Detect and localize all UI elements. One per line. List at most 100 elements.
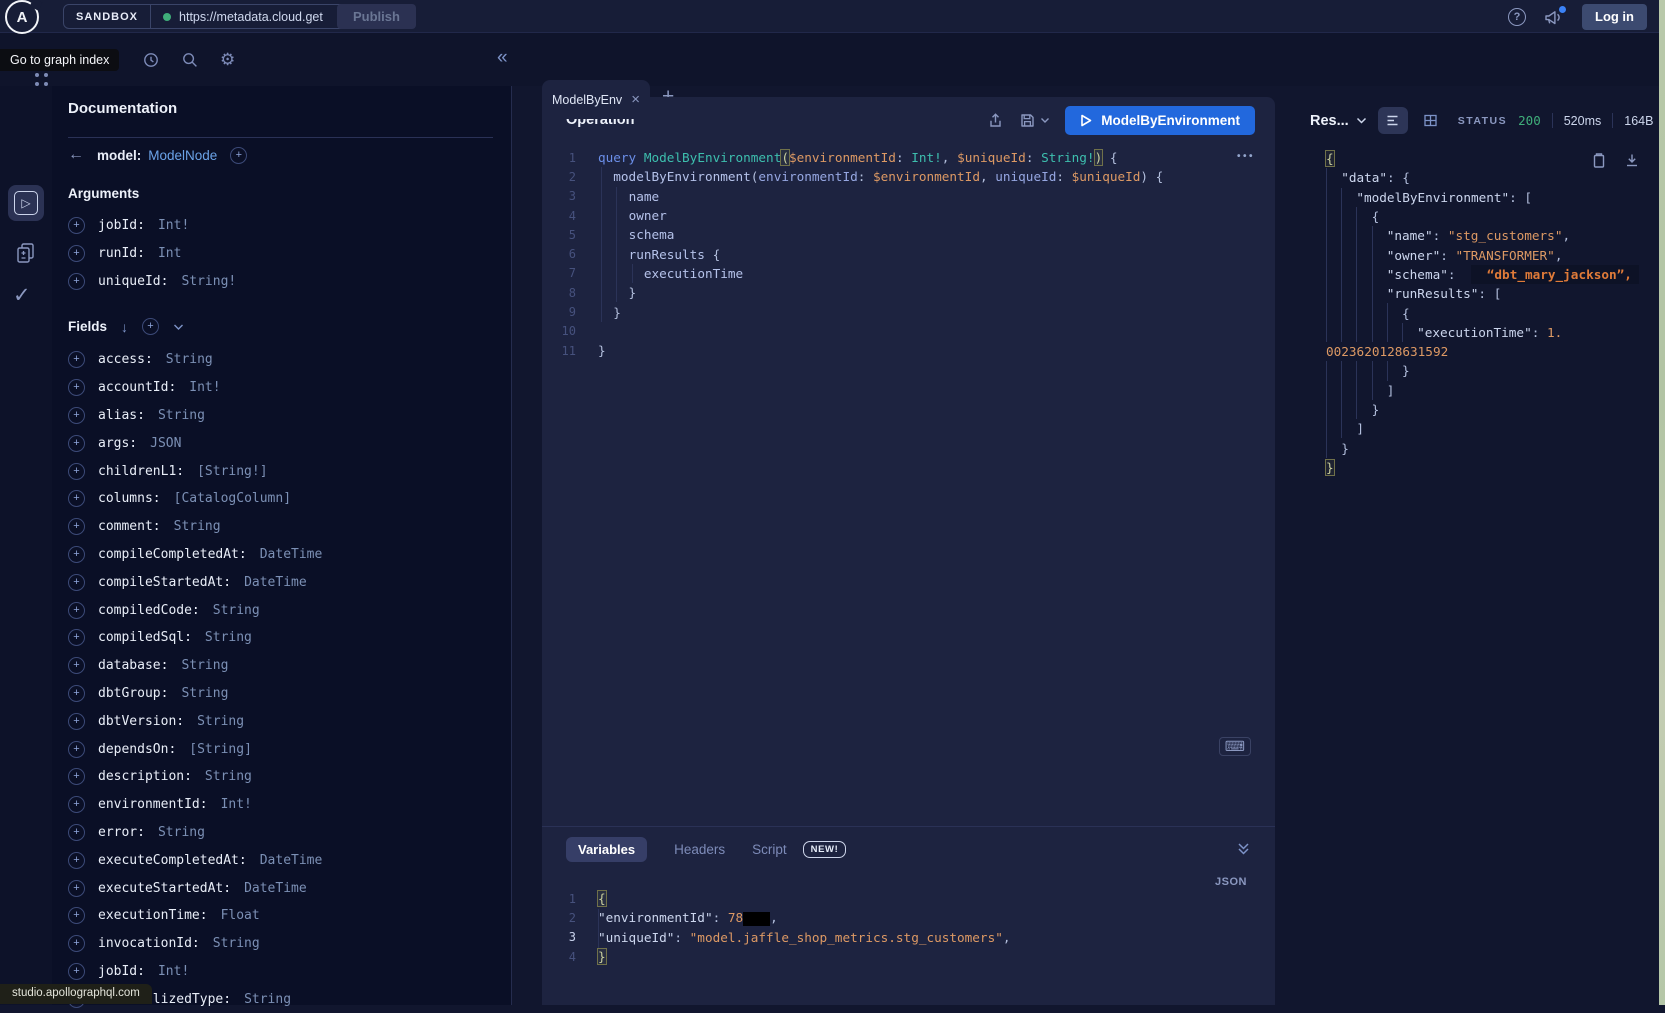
add-field-icon[interactable]: + [68,796,85,813]
field-name[interactable]: database: [98,658,168,673]
code-line[interactable]: 5 schema [542,225,1275,244]
history-icon[interactable] [142,51,160,69]
save-icon[interactable] [1019,112,1036,129]
field-row[interactable]: +dependsOn:[String] [68,735,511,763]
endpoint-url[interactable]: https://metadata.cloud.get [179,10,331,24]
field-type[interactable]: DateTime [244,881,307,896]
field-row[interactable]: +database:String [68,652,511,680]
field-type[interactable]: DateTime [244,575,307,590]
code-line[interactable]: 4 owner [542,206,1275,225]
json-line[interactable]: } [1324,361,1652,380]
field-type[interactable]: String [158,408,205,423]
json-line[interactable]: } [1324,400,1652,419]
add-argument-icon[interactable]: + [68,273,85,290]
field-row[interactable]: +error:String [68,819,511,847]
add-field-icon[interactable]: + [68,907,85,924]
json-line[interactable]: { [1324,207,1652,226]
field-row[interactable]: +compileStartedAt:DateTime [68,568,511,596]
keyboard-shortcuts-icon[interactable]: ⌨ [1219,737,1251,756]
add-field-icon[interactable]: + [68,490,85,507]
add-field-icon[interactable]: + [68,824,85,841]
save-options-chevron-icon[interactable] [1040,117,1050,124]
chevron-down-icon[interactable] [173,323,184,331]
search-icon[interactable] [181,51,199,69]
field-row[interactable]: +compiledCode:String [68,596,511,624]
field-name[interactable]: childrenL1: [98,464,184,479]
add-field-icon[interactable]: + [68,574,85,591]
add-field-icon[interactable]: + [68,602,85,619]
field-name[interactable]: dbtGroup: [98,686,168,701]
json-line[interactable]: } [1324,458,1652,477]
field-type[interactable]: String [213,603,260,618]
field-name[interactable]: comment: [98,519,161,534]
code-line[interactable]: 9 } [542,302,1275,321]
add-field-icon[interactable]: + [68,741,85,758]
response-title[interactable]: Res... [1310,113,1367,129]
argument-row[interactable]: +uniqueId:String! [68,268,511,296]
add-field-icon[interactable]: + [68,546,85,563]
json-line[interactable]: "name": "stg_customers", [1324,226,1652,245]
field-type[interactable]: String [213,936,260,951]
schema-diff-icon[interactable] [14,241,38,267]
add-field-icon[interactable]: + [68,935,85,952]
field-type[interactable]: String [197,714,244,729]
code-line[interactable]: 3"uniqueId": "model.jaffle_shop_metrics.… [542,928,1275,947]
json-line[interactable]: "executionTime": 1. [1324,323,1652,342]
field-name[interactable]: dbtVersion: [98,714,184,729]
settings-gear-icon[interactable]: ⚙ [220,51,235,68]
field-type[interactable]: String [174,519,221,534]
field-row[interactable]: +environmentId:Int! [68,791,511,819]
field-type[interactable]: String [181,658,228,673]
field-name[interactable]: executeCompletedAt: [98,853,247,868]
field-row[interactable]: +dbtVersion:String [68,707,511,735]
field-type[interactable]: String [158,825,205,840]
field-row[interactable]: +alias:String [68,402,511,430]
help-icon[interactable]: ? [1508,8,1526,26]
code-line[interactable]: 1query ModelByEnvironment($environmentId… [542,148,1275,167]
endpoint-url-field[interactable]: https://metadata.cloud.get ⚙ [151,5,363,28]
field-type[interactable]: String [244,992,291,1007]
field-type[interactable]: [String!] [197,464,267,479]
json-line[interactable]: 0023620128631592 [1324,342,1652,361]
collapse-section-icon[interactable] [1236,842,1251,856]
add-field-icon[interactable]: + [68,379,85,396]
field-name[interactable]: executionTime: [98,908,208,923]
query-editor[interactable]: 1query ModelByEnvironment($environmentId… [542,148,1275,360]
run-operation-button[interactable]: ModelByEnvironment [1065,106,1255,135]
graph-icon-partial[interactable] [35,73,49,87]
field-name[interactable]: environmentId: [98,797,208,812]
sandbox-badge[interactable]: SANDBOX [64,5,151,28]
rail-explorer-button[interactable]: ▷ [8,185,44,221]
back-icon[interactable]: ← [68,146,84,164]
json-line[interactable]: { [1324,149,1652,168]
json-line[interactable]: ] [1324,381,1652,400]
add-field-icon[interactable]: + [68,852,85,869]
code-line[interactable]: 2 modelByEnvironment(environmentId: $env… [542,167,1275,186]
collapse-panel-icon[interactable]: « [497,48,508,67]
operation-tab[interactable]: ModelByEnvi... × [542,80,650,119]
announcements-icon[interactable] [1543,8,1565,26]
publish-button[interactable]: Publish [337,4,416,29]
field-type[interactable]: [CatalogColumn] [174,491,291,506]
add-argument-icon[interactable]: + [68,245,85,262]
argument-type[interactable]: Int [158,246,181,261]
response-json[interactable]: {"data": {"modelByEnvironment": [{"name"… [1324,149,1652,477]
field-name[interactable]: executeStartedAt: [98,881,231,896]
field-row[interactable]: + columns: [CatalogColumn] [68,485,511,513]
argument-type[interactable]: String! [181,274,236,289]
json-line[interactable]: "modelByEnvironment": [ [1324,188,1652,207]
code-line[interactable]: 6 runResults { [542,244,1275,263]
json-line[interactable]: } [1324,438,1652,457]
field-row[interactable]: +invocationId:String [68,930,511,958]
field-type[interactable]: Int! [158,964,189,979]
field-row[interactable]: +executionTime:Float [68,902,511,930]
field-row[interactable]: +compileCompletedAt:DateTime [68,541,511,569]
add-field-icon[interactable]: + [68,435,85,452]
field-name[interactable]: columns: [98,491,161,506]
field-type[interactable]: String [205,769,252,784]
field-row[interactable]: +accountId:Int! [68,374,511,402]
tab-script[interactable]: Script [752,842,787,857]
field-row[interactable]: +args:JSON [68,429,511,457]
field-name[interactable]: compiledSql: [98,630,192,645]
json-line[interactable]: { [1324,303,1652,322]
